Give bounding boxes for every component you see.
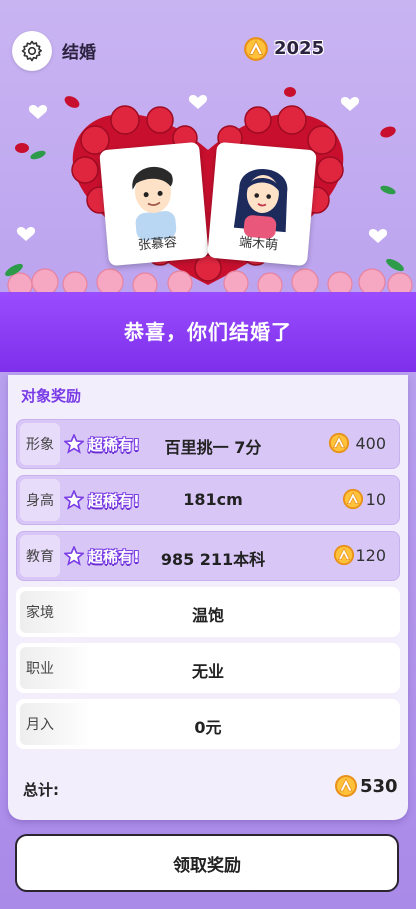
settings-button[interactable] — [12, 31, 52, 71]
groom-card: 张慕容 — [99, 141, 209, 267]
claim-reward-button[interactable]: 领取奖励 — [15, 834, 399, 892]
row-label: 身高 — [20, 479, 60, 521]
reward-row-family: 家境 温饱 — [16, 587, 400, 637]
reward-row-income: 月入 0元 — [16, 699, 400, 749]
rare-badge: 超稀有! — [64, 488, 144, 512]
row-value: 温饱 — [191, 606, 224, 625]
row-reward: 120 — [355, 546, 386, 565]
rewards-title: 对象奖励 — [21, 387, 82, 405]
coin-icon — [243, 36, 269, 62]
row-value: 0元 — [194, 718, 222, 737]
banner-title: 恭喜，你们结婚了 — [124, 320, 292, 344]
reward-row-education: 教育 超稀有! 985 211本科 120 — [16, 531, 400, 581]
total-label: 总计: — [23, 781, 59, 799]
gear-icon — [21, 40, 42, 62]
bride-card: 端木萌 — [207, 141, 317, 267]
row-value: 无业 — [191, 662, 224, 681]
star-icon — [64, 546, 84, 566]
row-value: 985 211本科 — [160, 550, 266, 569]
row-value: 181cm — [183, 490, 243, 509]
wedding-hero: 张慕容 端木萌 — [0, 70, 416, 300]
row-reward: 400 — [355, 434, 386, 453]
row-label: 形象 — [20, 423, 60, 465]
total-value: 530 — [360, 776, 398, 797]
rewards-panel: 对象奖励 形象 超稀有! 百里挑一 7分 400 身高 超稀有! 181cm 1… — [8, 375, 408, 820]
reward-row-job: 职业 无业 — [16, 643, 400, 693]
coin-balance: 2025 — [274, 38, 325, 59]
rare-badge: 超稀有! — [64, 544, 144, 568]
rare-label: 超稀有! — [88, 491, 140, 510]
coin-icon — [334, 774, 358, 798]
row-reward: 10 — [365, 490, 386, 509]
rare-badge: 超稀有! — [64, 432, 144, 456]
star-icon — [64, 434, 84, 454]
star-icon — [64, 490, 84, 510]
coin-icon — [333, 544, 355, 566]
reward-row-height: 身高 超稀有! 181cm 10 — [16, 475, 400, 525]
rose-heart-illustration — [5, 87, 413, 298]
row-value: 百里挑一 7分 — [164, 438, 262, 457]
rare-label: 超稀有! — [88, 435, 140, 454]
coin-icon — [328, 432, 350, 454]
rare-label: 超稀有! — [88, 547, 140, 566]
page-title: 结婚 — [62, 43, 96, 63]
reward-row-appearance: 形象 超稀有! 百里挑一 7分 400 — [16, 419, 400, 469]
congrats-banner: 恭喜，你们结婚了 — [0, 292, 416, 372]
row-label: 教育 — [20, 535, 60, 577]
coin-icon — [342, 488, 364, 510]
